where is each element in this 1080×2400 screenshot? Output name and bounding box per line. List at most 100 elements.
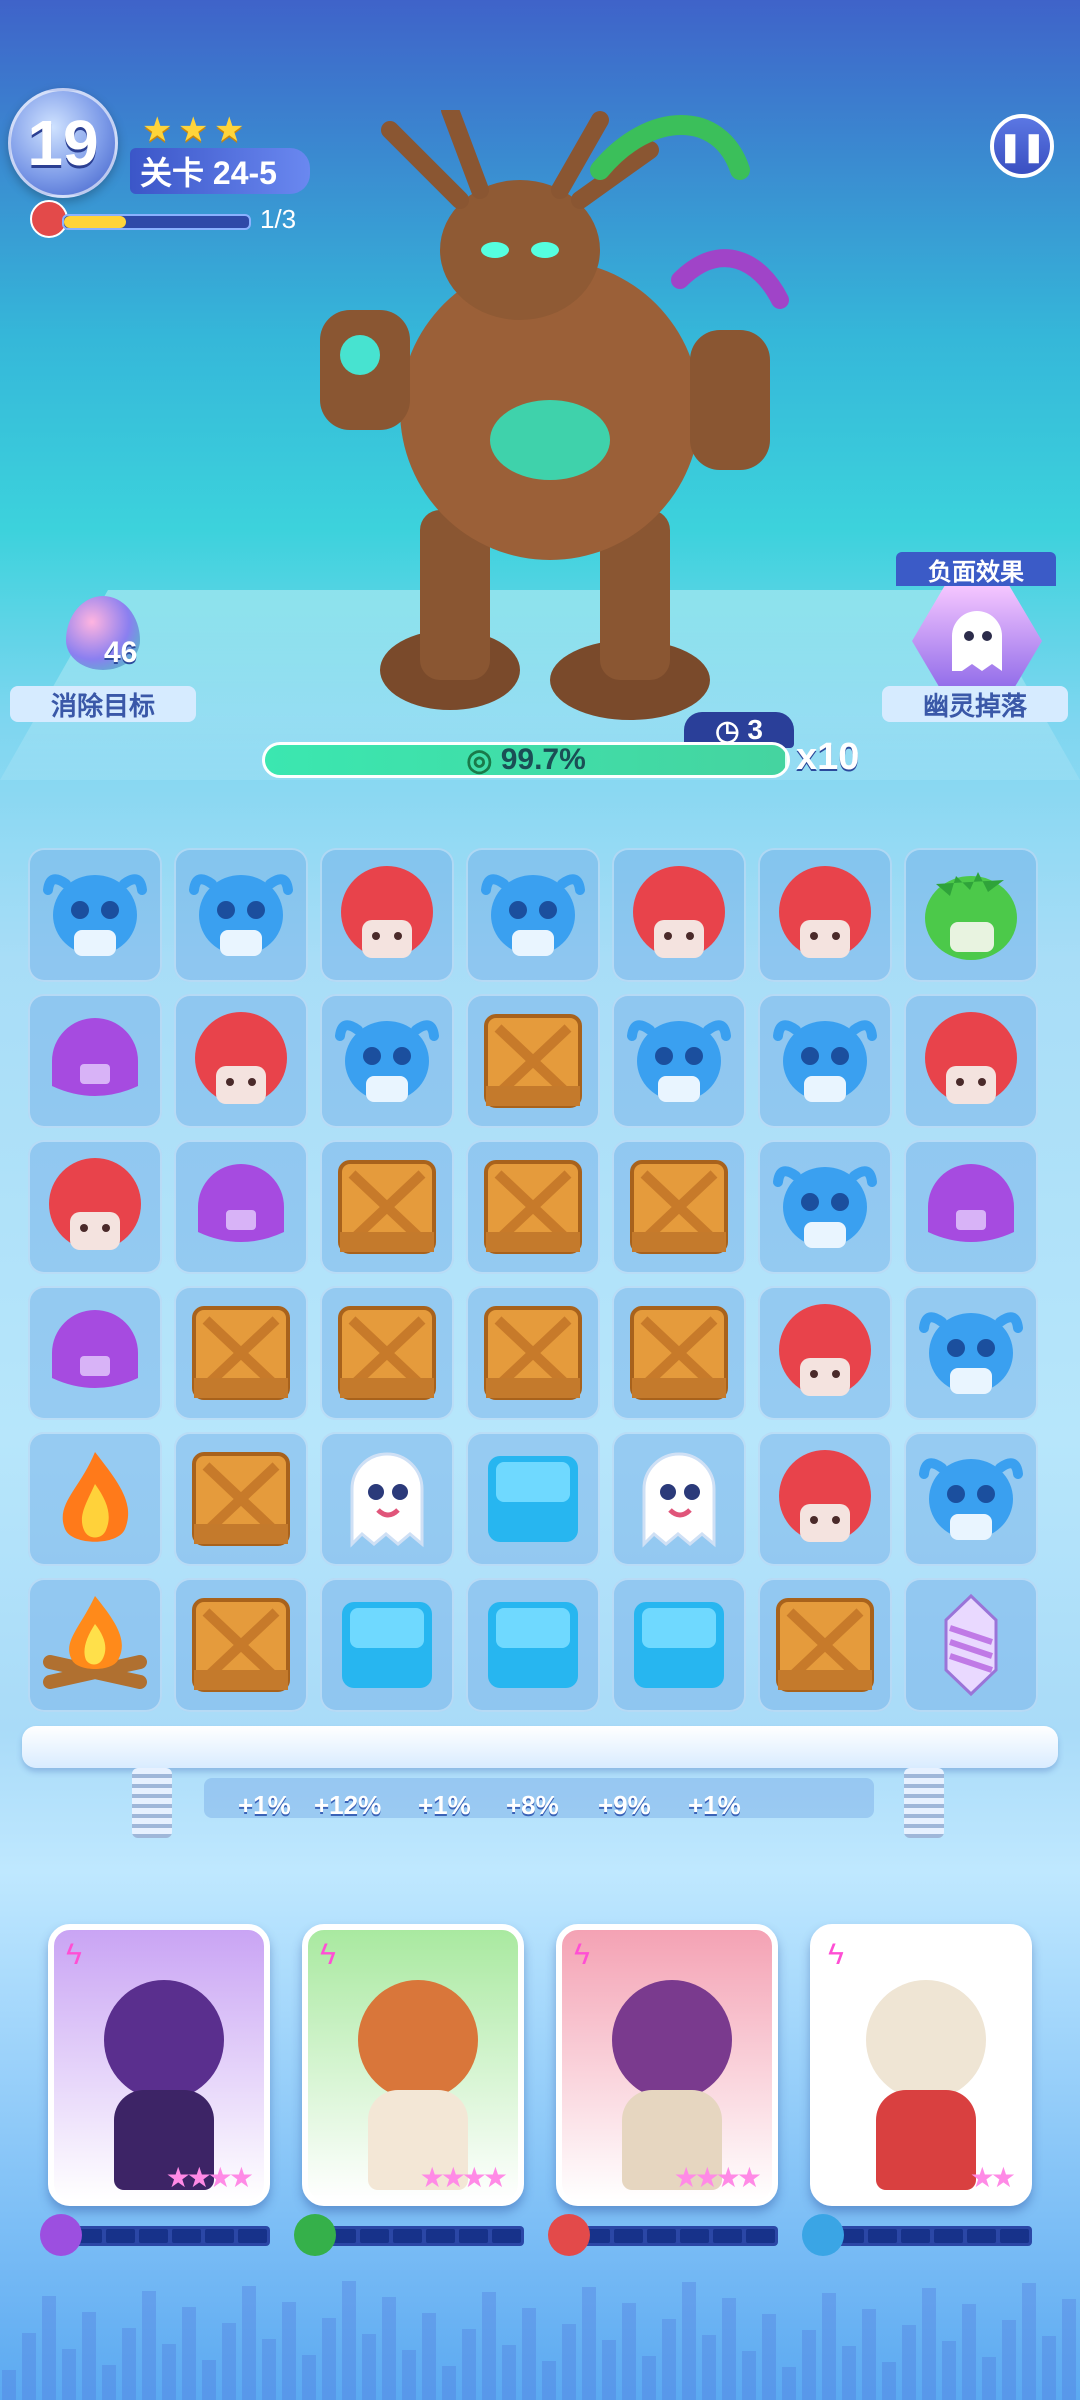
board-cell[interactable] [612, 1432, 746, 1566]
purple-helmet-piece [40, 1298, 150, 1408]
board-cell[interactable] [758, 1286, 892, 1420]
crate-piece [770, 1590, 880, 1700]
purple-helmet-piece [916, 1152, 1026, 1262]
board-cell[interactable] [466, 848, 600, 982]
board-cell[interactable] [904, 1578, 1038, 1712]
board-cell[interactable] [320, 1432, 454, 1566]
ice-block-piece [478, 1590, 588, 1700]
board-cell[interactable] [320, 994, 454, 1128]
board-cell[interactable] [320, 848, 454, 982]
board-cell[interactable] [28, 1432, 162, 1566]
skull-hat-hero-body [876, 2090, 976, 2190]
boss-multiplier: x10 [796, 736, 860, 778]
level-label: 关卡 24-5 [140, 155, 277, 191]
skull-mask-hero-portrait [612, 1980, 732, 2100]
ghost-icon [952, 611, 1002, 671]
pause-button[interactable]: ❚❚ [990, 114, 1054, 178]
red-lion-piece [770, 1444, 880, 1554]
debuff-label: 幽灵掉落 [882, 686, 1068, 722]
board-cell[interactable] [28, 994, 162, 1128]
board-cell[interactable] [612, 1140, 746, 1274]
star-3: ★ [214, 111, 245, 149]
wave-progress-fill [64, 216, 126, 228]
board-cell[interactable] [466, 1578, 600, 1712]
board-cell[interactable] [466, 1286, 600, 1420]
right-spring [904, 1768, 944, 1838]
bear-hood-hero-portrait [358, 1980, 478, 2100]
board-cell[interactable] [28, 1140, 162, 1274]
fire-piece [40, 1444, 150, 1554]
star-1: ★ [142, 111, 173, 149]
hero-card-skull-mask[interactable]: ϟ ★★★★ [556, 1924, 778, 2206]
board-cell[interactable] [612, 994, 746, 1128]
hero-card-bear-hood[interactable]: ϟ ★★★★ [302, 1924, 524, 2206]
board-cell[interactable] [174, 1140, 308, 1274]
wave-progress-bar [62, 214, 251, 230]
red-charge-icon [548, 2214, 590, 2256]
red-lion-piece [40, 1152, 150, 1262]
bonus-3: +1% [418, 1790, 471, 1820]
star-2: ★ [178, 111, 209, 149]
board-cell[interactable] [466, 1140, 600, 1274]
board-cell[interactable] [320, 1140, 454, 1274]
board-cell[interactable] [612, 1578, 746, 1712]
lightning-icon: ϟ [574, 1938, 590, 1971]
blue-bull-piece [332, 1006, 442, 1116]
board-cell[interactable] [612, 848, 746, 982]
board-cell[interactable] [758, 1140, 892, 1274]
swirl-icon: ◎ [466, 743, 501, 777]
purple-helmet-piece [186, 1152, 296, 1262]
board-cell[interactable] [174, 994, 308, 1128]
collection-tray [22, 1726, 1058, 1768]
board-cell[interactable] [174, 1286, 308, 1420]
board-cell[interactable] [174, 1432, 308, 1566]
board-cell[interactable] [904, 848, 1038, 982]
red-lion-piece [624, 860, 734, 970]
crate-piece [186, 1298, 296, 1408]
crate-piece [332, 1152, 442, 1262]
blue-bull-piece [186, 860, 296, 970]
board-cell[interactable] [612, 1286, 746, 1420]
board-cell[interactable] [28, 1578, 162, 1712]
board-cell[interactable] [904, 994, 1038, 1128]
board-cell[interactable] [28, 1286, 162, 1420]
board-cell[interactable] [466, 994, 600, 1128]
hero-card-robot[interactable]: ϟ ★★★★ [48, 1924, 270, 2206]
hero-charge-bar-1 [70, 2226, 270, 2246]
ice-block-piece [478, 1444, 588, 1554]
puzzle-board [28, 848, 1052, 1718]
blue-bull-piece [770, 1152, 880, 1262]
board-cell[interactable] [28, 848, 162, 982]
lightning-icon: ϟ [828, 1938, 844, 1971]
board-cell[interactable] [904, 1286, 1038, 1420]
board-cell[interactable] [320, 1578, 454, 1712]
wave-progress-text: 1/3 [260, 204, 297, 234]
crate-piece [478, 1298, 588, 1408]
level-plate: 关卡 24-5 [130, 148, 310, 194]
ice-block-piece [332, 1590, 442, 1700]
hero-stars: ★★★★ [419, 2162, 508, 2193]
crate-piece [624, 1298, 734, 1408]
board-cell[interactable] [904, 1140, 1038, 1274]
board-cell[interactable] [320, 1286, 454, 1420]
ghost-piece [624, 1444, 734, 1554]
board-cell[interactable] [758, 1578, 892, 1712]
hero-card-skull-hat[interactable]: ϟ ★★ [810, 1924, 1032, 2206]
board-cell[interactable] [174, 1578, 308, 1712]
boss-hp-percent: 99.7% [500, 743, 586, 776]
crate-piece [332, 1298, 442, 1408]
hero-stars: ★★★★ [673, 2162, 762, 2193]
board-cell[interactable] [174, 848, 308, 982]
bonus-1: +1% [238, 1790, 291, 1820]
board-cell[interactable] [466, 1432, 600, 1566]
red-lion-piece [770, 860, 880, 970]
board-cell[interactable] [904, 1432, 1038, 1566]
board-cell[interactable] [758, 994, 892, 1128]
board-cell[interactable] [758, 1432, 892, 1566]
bonus-4: +8% [506, 1790, 559, 1820]
board-cell[interactable] [758, 848, 892, 982]
debuff-title: 负面效果 [896, 552, 1056, 586]
moves-counter: 19 [8, 88, 118, 198]
blue-bull-piece [624, 1006, 734, 1116]
ice-block-piece [624, 1590, 734, 1700]
